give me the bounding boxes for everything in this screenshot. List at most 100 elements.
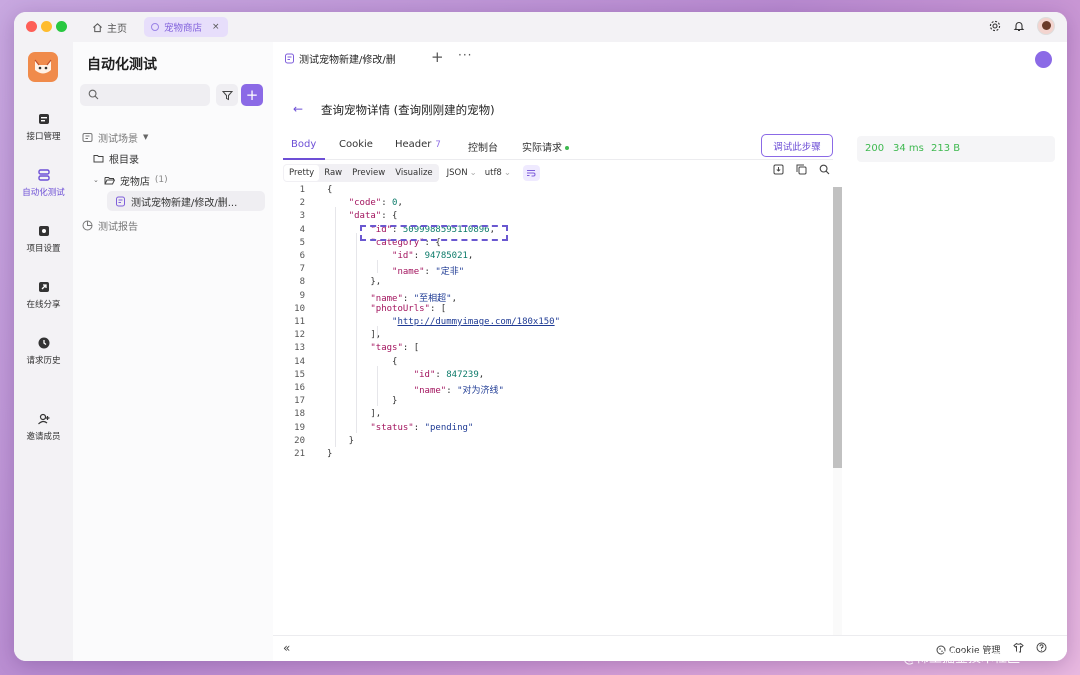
tree-item-label: 测试场景 <box>98 133 138 145</box>
view-pretty-button[interactable]: Pretty <box>284 165 320 181</box>
json-response-viewer[interactable]: 1{ 2 "code": 0, 3 "data": { 4 "id": 5099… <box>283 185 842 637</box>
api-icon <box>38 114 49 124</box>
main-area: 测试宠物新建/修改/删 + ··· ← 查询宠物详情 (查询刚刚建的宠物) Bo… <box>273 42 1067 661</box>
collapse-sidebar-button[interactable]: « <box>283 641 290 655</box>
nav-item-label: 邀请成员 <box>26 432 61 442</box>
line-number: 16 <box>294 383 305 393</box>
json-url-link[interactable]: http://dummyimage.com/180x150 <box>397 317 554 327</box>
code-line: 13 "tags": [ <box>283 343 823 356</box>
maximize-window-button[interactable] <box>56 21 67 32</box>
view-raw-button[interactable]: Raw <box>319 165 347 181</box>
code-line: 20 } <box>283 436 823 449</box>
response-tabs: Body Cookie Header 7 控制台 实际请求 <box>283 132 833 160</box>
nav-item-api-management[interactable]: 接口管理 <box>14 112 73 142</box>
nav-item-request-history[interactable]: 请求历史 <box>14 336 73 366</box>
bell-icon[interactable] <box>1013 20 1025 32</box>
filter-button[interactable] <box>216 84 238 106</box>
copy-icon[interactable] <box>796 164 807 175</box>
response-time: 34 ms <box>893 143 924 154</box>
scene-icon <box>82 132 93 142</box>
tab-test-case[interactable]: 测试宠物新建/修改/删 <box>284 51 396 66</box>
help-icon[interactable] <box>1036 642 1047 653</box>
code-text: { <box>327 356 398 367</box>
search-input[interactable] <box>80 84 210 106</box>
caret-down-icon[interactable]: ▼ <box>143 133 148 141</box>
tree-item-label: 宠物店 <box>119 176 150 188</box>
highlight-box <box>360 225 508 241</box>
tab-console[interactable]: 控制台 <box>468 139 498 154</box>
settings-icon <box>38 226 49 236</box>
json-key: "status" <box>370 422 414 433</box>
line-number: 6 <box>299 251 305 261</box>
gear-icon[interactable] <box>989 20 1001 32</box>
app-window: 主页 宠物商店 × 接口管理 自动化测试 项目设置 在线分享 请求历史 邀请成员… <box>14 12 1067 661</box>
close-window-button[interactable] <box>26 21 37 32</box>
tab-header[interactable]: Header 7 <box>395 139 441 150</box>
tree-item-root[interactable]: 根目录 <box>93 148 139 168</box>
debug-step-button[interactable]: 调试此步骤 <box>761 134 833 157</box>
status-code: 200 <box>865 143 885 154</box>
request-title: 查询宠物详情 (查询刚刚建的宠物) <box>321 103 495 117</box>
scrollbar-thumb[interactable] <box>833 187 842 468</box>
code-line: 3 "data": { <box>283 211 823 224</box>
encoding-value: utf8 <box>484 168 502 178</box>
tree-item-pet-store-folder[interactable]: ⌄ 宠物店 (1) <box>93 170 168 190</box>
nav-item-label: 在线分享 <box>26 300 61 310</box>
code-text: "name": "至相超", <box>370 293 457 304</box>
test-case-icon <box>285 53 294 64</box>
line-number: 13 <box>294 343 305 354</box>
tab-home[interactable]: 主页 <box>92 18 127 36</box>
close-tab-icon[interactable]: × <box>212 22 220 32</box>
code-line: 17 } <box>283 396 823 409</box>
json-string: "pending" <box>424 422 474 433</box>
code-line: 2 "code": 0, <box>283 198 823 211</box>
json-key: "id" <box>413 369 436 380</box>
app-logo <box>28 52 58 82</box>
code-line: 6 "id": 94785021, <box>283 251 823 264</box>
nav-item-invite-members[interactable]: 邀请成员 <box>14 412 73 442</box>
nav-item-online-share[interactable]: 在线分享 <box>14 280 73 310</box>
tree-item-test-case[interactable]: 测试宠物新建/修改/删... <box>107 191 265 211</box>
encoding-select[interactable]: utf8 ⌄ <box>485 168 511 178</box>
code-line: 15 "id": 847239, <box>283 370 823 383</box>
line-number: 20 <box>294 435 305 446</box>
line-number: 10 <box>294 303 305 314</box>
format-type-select[interactable]: JSON ⌄ <box>447 168 477 178</box>
tree-item-test-report[interactable]: 测试报告 <box>82 215 138 235</box>
view-visualize-button[interactable]: Visualize <box>390 165 437 181</box>
wrap-lines-button[interactable] <box>522 165 540 181</box>
nav-item-label: 自动化测试 <box>22 188 65 198</box>
tab-pet-shop[interactable]: 宠物商店 × <box>144 17 228 37</box>
more-tabs-button[interactable]: ··· <box>458 48 472 62</box>
line-number: 9 <box>299 290 305 301</box>
view-mode-segmented: Pretty Raw Preview Visualize <box>283 164 439 182</box>
json-string: "对为济线" <box>457 386 504 396</box>
back-arrow-icon[interactable]: ← <box>293 102 303 116</box>
home-icon <box>93 22 102 32</box>
new-tab-button[interactable]: + <box>431 48 444 66</box>
environment-button[interactable] <box>1035 51 1052 68</box>
minimize-window-button[interactable] <box>41 21 52 32</box>
tab-body[interactable]: Body <box>291 139 316 150</box>
line-number: 7 <box>299 264 305 275</box>
search-icon[interactable] <box>819 164 830 175</box>
line-number: 15 <box>294 369 305 380</box>
chevron-down-icon[interactable]: ⌄ <box>93 176 99 184</box>
avatar[interactable] <box>1037 17 1055 35</box>
tab-actual-request[interactable]: 实际请求 <box>522 139 569 154</box>
line-number: 18 <box>294 409 305 420</box>
add-button[interactable]: + <box>241 84 263 106</box>
code-line: 9 "name": "至相超", <box>283 291 823 304</box>
view-preview-button[interactable]: Preview <box>347 165 390 181</box>
line-number: 1 <box>299 185 305 195</box>
download-icon[interactable] <box>773 164 784 175</box>
tab-actual-request-label: 实际请求 <box>522 143 562 154</box>
code-text: "id": 847239, <box>413 369 485 380</box>
code-line: 11 "http://dummyimage.com/180x150" <box>283 317 823 330</box>
nav-item-automation[interactable]: 自动化测试 <box>14 168 73 198</box>
header-count-badge: 7 <box>435 140 441 150</box>
nav-item-project-settings[interactable]: 项目设置 <box>14 224 73 254</box>
tab-cookie[interactable]: Cookie <box>339 139 373 150</box>
tab-home-label: 主页 <box>107 23 127 35</box>
tree-item-test-scenes[interactable]: 测试场景 ▼ <box>82 127 148 147</box>
